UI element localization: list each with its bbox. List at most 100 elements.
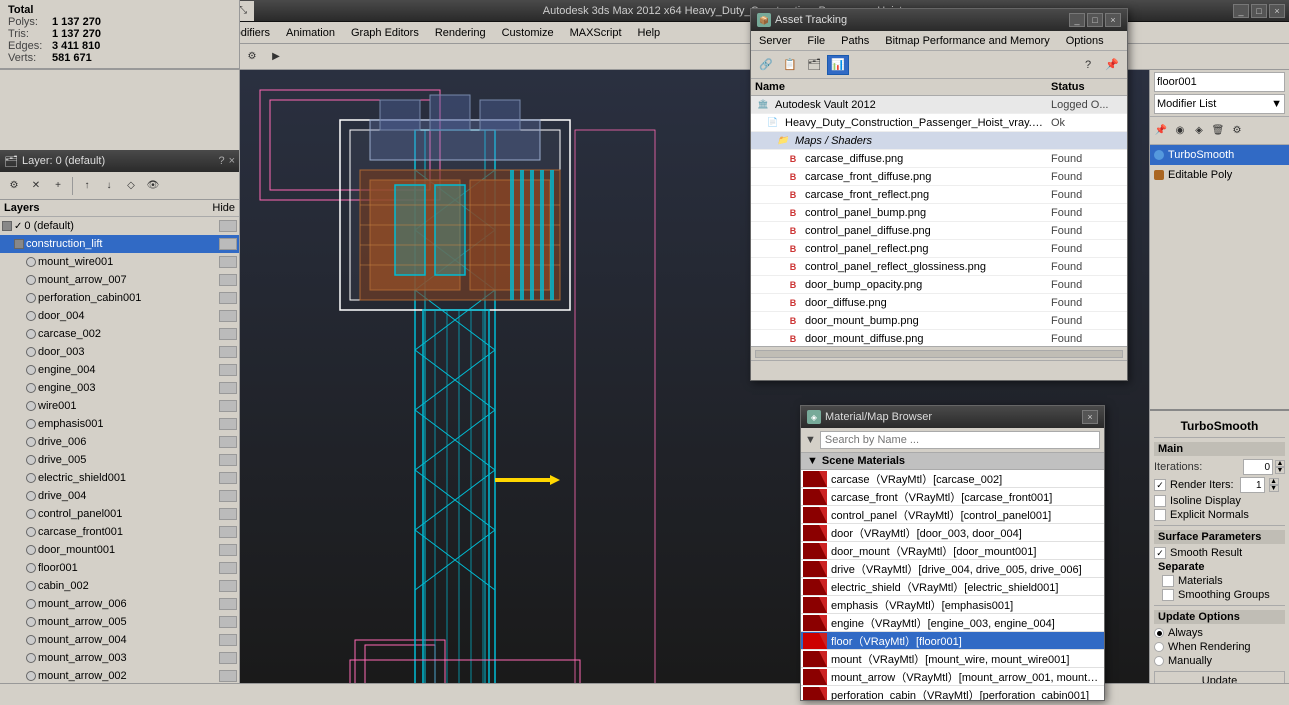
at-tb-btn2[interactable]: 📋 — [779, 55, 801, 75]
layer-item[interactable]: emphasis001 — [0, 415, 239, 433]
menu-customize[interactable]: Customize — [494, 25, 562, 41]
menu-help[interactable]: Help — [630, 25, 669, 41]
at-tb-btn4[interactable]: 📊 — [827, 55, 849, 75]
material-item[interactable]: floor（VRayMtl）[floor001] — [801, 632, 1104, 650]
layer-item[interactable]: door_003 — [0, 343, 239, 361]
materials-check[interactable] — [1162, 575, 1174, 587]
material-item[interactable]: drive（VRayMtl）[drive_004, drive_005, dri… — [801, 560, 1104, 578]
asset-table-row[interactable]: Bcarcase_front_reflect.pngFound — [751, 186, 1127, 204]
menu-graph-editors[interactable]: Graph Editors — [343, 25, 427, 41]
asset-table-row[interactable]: 📄Heavy_Duty_Construction_Passenger_Hoist… — [751, 114, 1127, 132]
asset-table-row[interactable]: Bcontrol_panel_reflect.pngFound — [751, 240, 1127, 258]
material-item[interactable]: door_mount（VRayMtl）[door_mount001] — [801, 542, 1104, 560]
always-radio[interactable] — [1154, 628, 1164, 638]
layer-visibility[interactable] — [219, 436, 237, 448]
layer-visibility[interactable] — [219, 454, 237, 466]
layer-visibility[interactable] — [219, 472, 237, 484]
manually-option[interactable]: Manually — [1154, 655, 1285, 667]
material-item[interactable]: carcase（VRayMtl）[carcase_002] — [801, 470, 1104, 488]
modifier-item-editable-poly[interactable]: Editable Poly — [1150, 165, 1289, 185]
smooth-result-check[interactable] — [1154, 547, 1166, 559]
layer-visibility[interactable] — [219, 616, 237, 628]
lp-btn-add[interactable]: + — [48, 176, 68, 196]
layer-visibility[interactable] — [219, 670, 237, 682]
layer-item[interactable]: control_panel001 — [0, 505, 239, 523]
layer-item[interactable]: perforation_cabin001 — [0, 289, 239, 307]
layer-visibility[interactable] — [219, 562, 237, 574]
menu-maxscript[interactable]: MAXScript — [562, 25, 630, 41]
material-item[interactable]: door（VRayMtl）[door_003, door_004] — [801, 524, 1104, 542]
material-item[interactable]: electric_shield（VRayMtl）[electric_shield… — [801, 578, 1104, 596]
lp-btn-hide-all[interactable]: 👁 — [143, 176, 163, 196]
at-menu-options[interactable]: Options — [1058, 33, 1112, 49]
scrollbar-thumb[interactable] — [755, 350, 1123, 358]
asset-table-row[interactable]: Bcarcase_diffuse.pngFound — [751, 150, 1127, 168]
layer-visibility[interactable] — [219, 346, 237, 358]
layer-visibility[interactable] — [219, 256, 237, 268]
always-option[interactable]: Always — [1154, 627, 1285, 639]
at-tb-btn1[interactable]: 🔗 — [755, 55, 777, 75]
layer-visibility[interactable] — [219, 544, 237, 556]
layer-item[interactable]: door_004 — [0, 307, 239, 325]
search-input[interactable] — [820, 431, 1100, 449]
smoothing-groups-check[interactable] — [1162, 589, 1174, 601]
iterations-input[interactable] — [1243, 459, 1273, 475]
at-tb-pin[interactable]: 📌 — [1101, 55, 1123, 75]
when-rendering-option[interactable]: When Rendering — [1154, 641, 1285, 653]
layer-visibility[interactable] — [219, 598, 237, 610]
asset-maximize-btn[interactable]: □ — [1087, 13, 1103, 27]
isoline-check[interactable] — [1154, 495, 1166, 507]
at-menu-server[interactable]: Server — [751, 33, 799, 49]
asset-scrollbar[interactable] — [751, 346, 1127, 360]
material-item[interactable]: perforation_cabin（VRayMtl）[perforation_c… — [801, 686, 1104, 700]
layer-item[interactable]: drive_006 — [0, 433, 239, 451]
layer-visibility[interactable] — [219, 634, 237, 646]
menu-rendering[interactable]: Rendering — [427, 25, 494, 41]
update-button[interactable]: Update — [1154, 671, 1285, 683]
material-item[interactable]: control_panel（VRayMtl）[control_panel001] — [801, 506, 1104, 524]
layer-item[interactable]: wire001 — [0, 397, 239, 415]
render-iters-check[interactable] — [1154, 479, 1166, 491]
layer-item[interactable]: drive_005 — [0, 451, 239, 469]
modifier-list-dropdown[interactable]: Modifier List ▼ — [1154, 94, 1285, 114]
layer-item[interactable]: mount_arrow_006 — [0, 595, 239, 613]
asset-table-row[interactable]: 📁Maps / Shaders — [751, 132, 1127, 150]
mod-tb-pin[interactable]: 📌 — [1152, 121, 1170, 141]
layer-item[interactable]: mount_arrow_003 — [0, 649, 239, 667]
asset-table-row[interactable]: 🏛Autodesk Vault 2012Logged O... — [751, 96, 1127, 114]
material-item[interactable]: mount（VRayMtl）[mount_wire, mount_wire001… — [801, 650, 1104, 668]
layer-item[interactable]: cabin_002 — [0, 577, 239, 595]
layer-item[interactable]: construction_lift — [0, 235, 239, 253]
menu-animation[interactable]: Animation — [278, 25, 343, 41]
scene-materials-section[interactable]: ▼ Scene Materials — [801, 453, 1104, 470]
when-rendering-radio[interactable] — [1154, 642, 1164, 652]
lp-btn-move-up[interactable]: ↑ — [77, 176, 97, 196]
layer-manager-close[interactable]: × — [229, 155, 235, 167]
layer-visibility[interactable] — [219, 238, 237, 250]
asset-table-row[interactable]: Bcontrol_panel_diffuse.pngFound — [751, 222, 1127, 240]
asset-table-row[interactable]: Bcarcase_front_diffuse.pngFound — [751, 168, 1127, 186]
material-item[interactable]: engine（VRayMtl）[engine_003, engine_004] — [801, 614, 1104, 632]
layer-visibility[interactable] — [219, 526, 237, 538]
matbrowser-close-btn[interactable]: × — [1082, 410, 1098, 424]
layer-item[interactable]: floor001 — [0, 559, 239, 577]
layer-item[interactable]: ✓0 (default) — [0, 217, 239, 235]
lp-btn-delete[interactable]: ✕ — [26, 176, 46, 196]
layer-item[interactable]: carcase_front001 — [0, 523, 239, 541]
mod-tb-configure[interactable]: ⚙ — [1228, 121, 1246, 141]
layer-visibility[interactable] — [219, 490, 237, 502]
at-menu-bitmap[interactable]: Bitmap Performance and Memory — [877, 33, 1057, 49]
asset-table-row[interactable]: Bcontrol_panel_bump.pngFound — [751, 204, 1127, 222]
lp-btn-move-down[interactable]: ↓ — [99, 176, 119, 196]
at-menu-paths[interactable]: Paths — [833, 33, 877, 49]
layer-manager-help[interactable]: ? — [218, 155, 224, 167]
layer-visibility[interactable] — [219, 220, 237, 232]
layer-visibility[interactable] — [219, 580, 237, 592]
render-iters-up[interactable]: ▲ — [1269, 478, 1279, 485]
tb-render[interactable]: ▶ — [265, 47, 287, 67]
lp-btn-settings[interactable]: ⚙ — [4, 176, 24, 196]
layer-item[interactable]: engine_004 — [0, 361, 239, 379]
minimize-btn[interactable]: _ — [1233, 4, 1249, 18]
iterations-down[interactable]: ▼ — [1275, 467, 1285, 474]
layer-visibility[interactable] — [219, 364, 237, 376]
